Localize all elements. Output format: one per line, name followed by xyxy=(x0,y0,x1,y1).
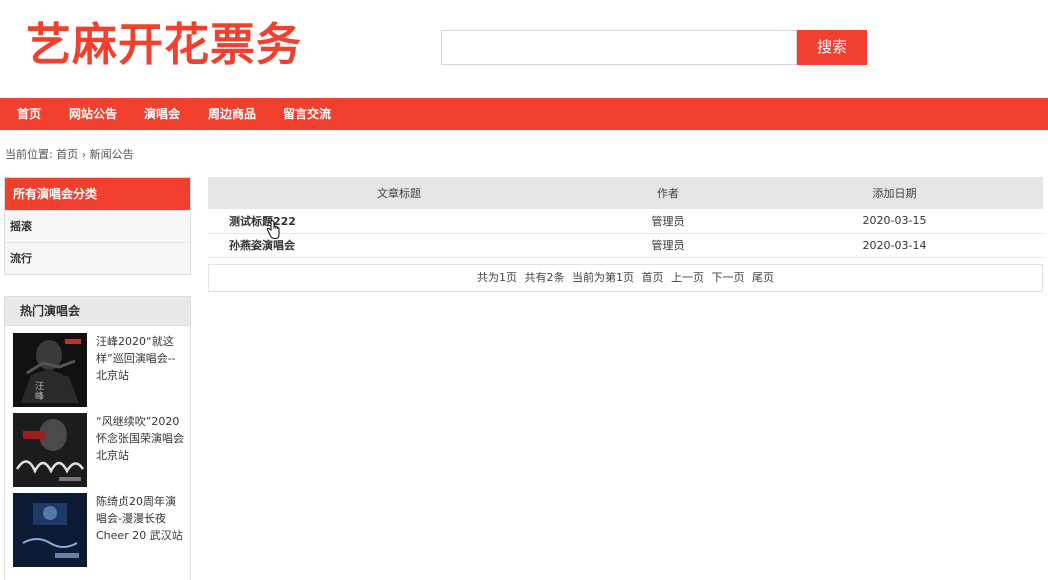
svg-text:峰: 峰 xyxy=(35,391,44,402)
pager-total-items: 共有2条 xyxy=(524,270,565,284)
category-item-rock[interactable]: 摇滚 xyxy=(5,210,190,242)
breadcrumb-home[interactable]: 当前位置: 首页 xyxy=(5,148,78,161)
category-box: 所有演唱会分类 摇滚 流行 xyxy=(4,177,191,275)
pager-next-link[interactable]: 下一页 xyxy=(712,271,745,284)
nav-item-concerts[interactable]: 演唱会 xyxy=(144,98,180,130)
pager-first-link[interactable]: 首页 xyxy=(642,271,664,284)
pager-current-page: 当前为第1页 xyxy=(572,270,634,284)
news-table: 文章标题 作者 添加日期 测试标题222 管理员 2020-03-15 孙燕姿演… xyxy=(208,177,1043,258)
category-title: 所有演唱会分类 xyxy=(5,178,190,210)
pager-total-pages: 共为1页 xyxy=(477,270,517,284)
article-author: 管理员 xyxy=(590,209,746,234)
article-date: 2020-03-14 xyxy=(746,233,1043,258)
article-author: 管理员 xyxy=(590,233,746,258)
hot-concert-title[interactable]: “风继续吹”2020怀念张国荣演唱会北京站 xyxy=(96,413,186,464)
pager-prev-link[interactable]: 上一页 xyxy=(671,271,704,284)
breadcrumb: 当前位置: 首页 › 新闻公告 xyxy=(5,146,134,162)
hot-concerts-title: 热门演唱会 xyxy=(5,297,190,326)
hot-concert-title[interactable]: 陈绮贞20周年演唱会-漫漫长夜Cheer 20 武汉站 xyxy=(96,493,186,544)
hot-concert-item[interactable]: 汪 峰 汪峰2020“就这样”巡回演唱会--北京站 xyxy=(13,333,185,409)
table-row[interactable]: 测试标题222 管理员 2020-03-15 xyxy=(208,209,1043,234)
search-input[interactable] xyxy=(441,30,797,65)
nav-item-announcements[interactable]: 网站公告 xyxy=(69,98,117,130)
table-header-row: 文章标题 作者 添加日期 xyxy=(208,177,1043,209)
news-list: 文章标题 作者 添加日期 测试标题222 管理员 2020-03-15 孙燕姿演… xyxy=(208,177,1043,292)
column-header-title: 文章标题 xyxy=(208,177,590,209)
concert-poster[interactable]: 汪 峰 xyxy=(13,333,87,407)
pagination: 共为1页 共有2条 当前为第1页 首页 上一页 下一页 尾页 xyxy=(208,263,1043,292)
svg-text:汪: 汪 xyxy=(35,381,44,392)
site-logo[interactable]: 艺麻开花票务 xyxy=(26,14,302,76)
nav-item-messages[interactable]: 留言交流 xyxy=(283,98,331,130)
sidebar: 所有演唱会分类 摇滚 流行 热门演唱会 汪 峰 汪峰2020“就这样”巡回演唱会… xyxy=(4,177,191,580)
nav-item-home[interactable]: 首页 xyxy=(17,98,41,130)
search-button[interactable]: 搜索 xyxy=(797,30,867,65)
breadcrumb-separator: › xyxy=(81,148,87,161)
nav-item-merchandise[interactable]: 周边商品 xyxy=(208,98,256,130)
pager-last-link[interactable]: 尾页 xyxy=(752,271,774,284)
hot-concert-title[interactable]: 汪峰2020“就这样”巡回演唱会--北京站 xyxy=(96,333,186,384)
hot-concert-item[interactable]: “风继续吹”2020怀念张国荣演唱会北京站 xyxy=(13,413,185,489)
breadcrumb-current: 新闻公告 xyxy=(89,148,134,161)
column-header-author: 作者 xyxy=(590,177,746,209)
main-nav: 首页 网站公告 演唱会 周边商品 留言交流 xyxy=(0,98,1048,130)
article-date: 2020-03-15 xyxy=(746,209,1043,234)
category-item-pop[interactable]: 流行 xyxy=(5,242,190,274)
hand-cursor-icon xyxy=(266,220,280,239)
hot-concert-item[interactable]: 陈绮贞20周年演唱会-漫漫长夜Cheer 20 武汉站 xyxy=(13,493,185,569)
table-row[interactable]: 孙燕姿演唱会 管理员 2020-03-14 xyxy=(208,233,1043,258)
concert-poster[interactable] xyxy=(13,493,87,567)
concert-poster[interactable] xyxy=(13,413,87,487)
column-header-date: 添加日期 xyxy=(746,177,1043,209)
hot-concerts-box: 热门演唱会 汪 峰 汪峰2020“就这样”巡回演唱会--北京站 “风继续吹”20… xyxy=(4,296,191,580)
header: 艺麻开花票务 搜索 xyxy=(0,0,1048,98)
